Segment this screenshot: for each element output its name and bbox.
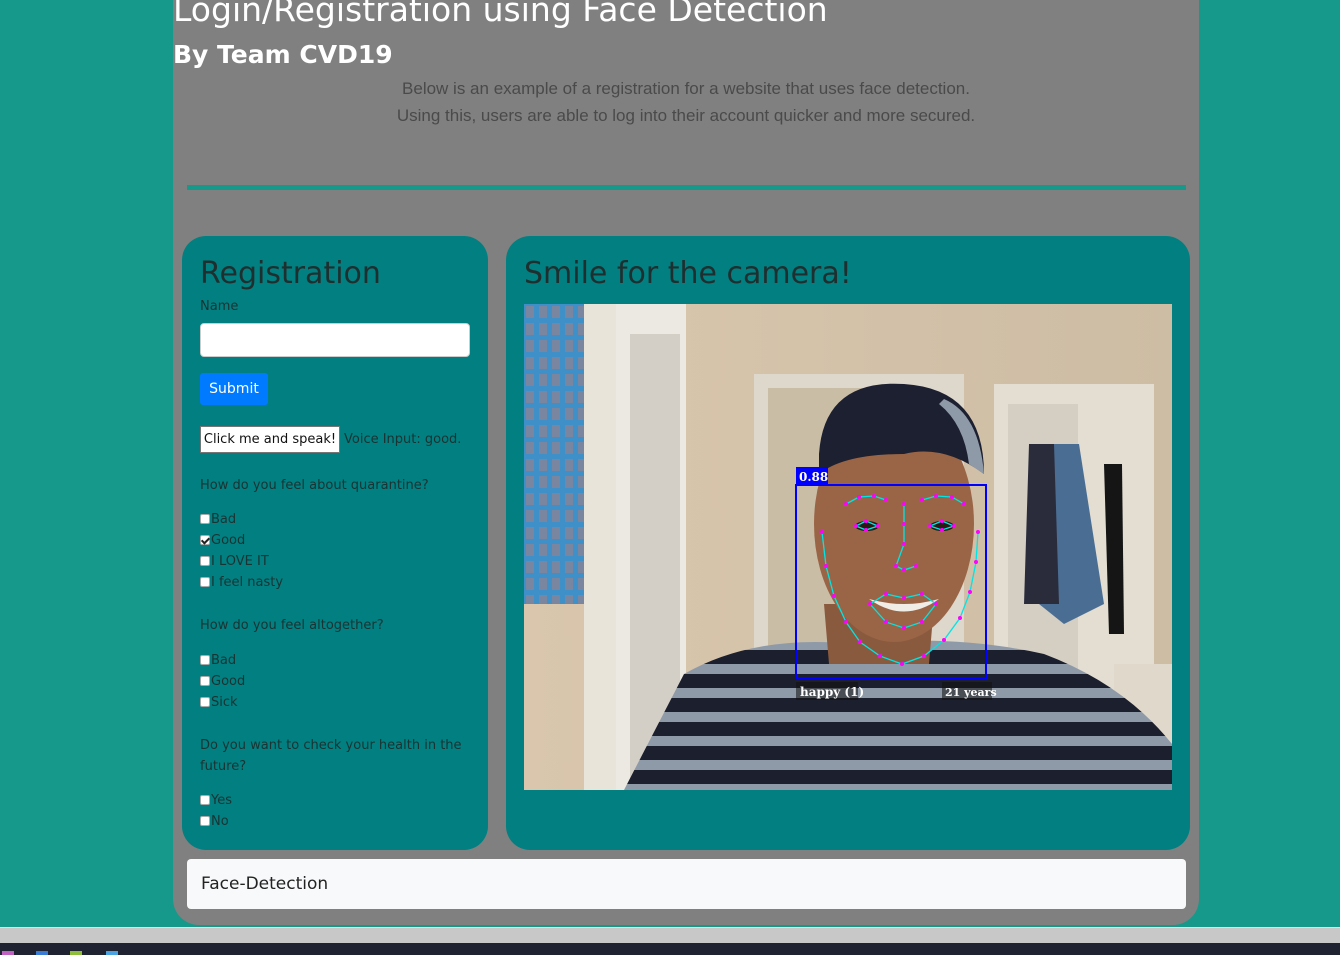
camera-title: Smile for the camera! xyxy=(524,256,852,291)
speak-button[interactable]: Click me and speak! xyxy=(200,426,340,453)
question-altogether: How do you feel altogether? xyxy=(200,618,384,633)
horizontal-scrollbar[interactable] xyxy=(0,927,1340,943)
header-divider xyxy=(187,185,1186,190)
option-quarantine-love[interactable]: I LOVE IT xyxy=(200,553,269,569)
checkbox-quarantine-bad[interactable] xyxy=(200,514,210,524)
option-quarantine-nasty[interactable]: I feel nasty xyxy=(200,574,283,590)
detection-score: 0.88 xyxy=(799,470,828,484)
expression-label: happy (1) xyxy=(800,685,864,699)
webcam-video: 0.88 happy (1) 21 years xyxy=(524,304,1172,790)
registration-title: Registration xyxy=(200,256,381,291)
name-input[interactable] xyxy=(200,323,470,357)
app-icon[interactable] xyxy=(70,951,82,955)
registration-panel: Registration Name Submit Click me and sp… xyxy=(182,236,488,850)
name-label: Name xyxy=(200,299,239,314)
footer-text: Face-Detection xyxy=(201,874,329,894)
option-health-no[interactable]: No xyxy=(200,813,229,829)
app-icon[interactable] xyxy=(36,951,48,955)
age-label: 21 years xyxy=(945,686,997,699)
option-health-yes[interactable]: Yes xyxy=(200,792,232,808)
checkbox-altogether-bad[interactable] xyxy=(200,655,210,665)
description-line-2: Using this, users are able to log into t… xyxy=(396,106,976,125)
app-icon[interactable] xyxy=(2,951,14,955)
checkbox-altogether-good[interactable] xyxy=(200,676,210,686)
checkbox-quarantine-nasty[interactable] xyxy=(200,577,210,587)
option-altogether-bad[interactable]: Bad xyxy=(200,652,236,668)
option-altogether-good[interactable]: Good xyxy=(200,673,245,689)
page-subtitle: By Team CVD19 xyxy=(173,40,393,69)
checkbox-quarantine-love[interactable] xyxy=(200,556,210,566)
taskbar xyxy=(0,943,1340,955)
main-container: Login/Registration using Face Detection … xyxy=(173,0,1199,925)
page-title: Login/Registration using Face Detection xyxy=(173,0,828,29)
submit-button[interactable]: Submit xyxy=(200,373,268,405)
footer: Face-Detection xyxy=(187,859,1186,909)
description-line-1: Below is an example of a registration fo… xyxy=(402,79,970,98)
option-quarantine-bad[interactable]: Bad xyxy=(200,511,236,527)
question-health-line-1: Do you want to check your health in the xyxy=(200,738,462,753)
option-quarantine-good[interactable]: Good xyxy=(200,532,245,548)
question-health-line-2: future? xyxy=(200,759,247,774)
checkbox-health-yes[interactable] xyxy=(200,795,210,805)
checkbox-altogether-sick[interactable] xyxy=(200,697,210,707)
camera-panel: Smile for the camera! 0.88 happy (1) 21 … xyxy=(506,236,1190,850)
webcam-scene: 0.88 happy (1) 21 years xyxy=(524,304,1172,790)
voice-input-text: Voice Input: good. xyxy=(344,432,462,447)
app-icon[interactable] xyxy=(106,951,118,955)
checkbox-quarantine-good[interactable] xyxy=(200,535,210,545)
checkbox-health-no[interactable] xyxy=(200,816,210,826)
option-altogether-sick[interactable]: Sick xyxy=(200,694,238,710)
question-quarantine: How do you feel about quarantine? xyxy=(200,478,429,493)
